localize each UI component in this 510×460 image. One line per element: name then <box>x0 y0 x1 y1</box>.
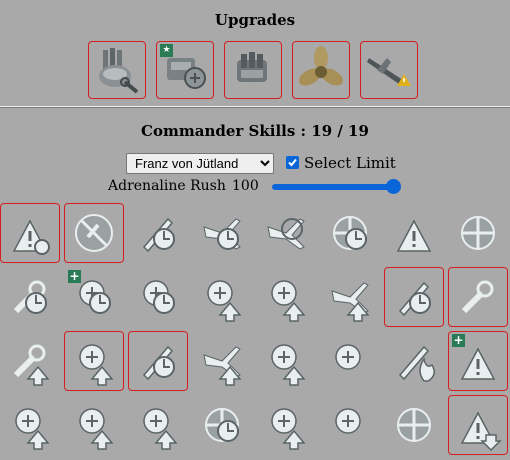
radar-timer-icon <box>205 408 239 442</box>
wrench-timer-icon <box>13 280 47 314</box>
skill-26[interactable] <box>64 395 124 455</box>
plus-badge: + <box>68 269 81 283</box>
upgrade-slot-5[interactable] <box>360 41 418 99</box>
gears-wrench-icon <box>461 280 494 314</box>
skill-30[interactable] <box>320 395 380 455</box>
checkmark-icon <box>288 158 297 167</box>
skill-3[interactable] <box>128 203 188 263</box>
skill-25[interactable] <box>0 395 60 455</box>
wrench-up-icon <box>13 344 50 386</box>
commander-skills-title: Commander Skills : 19 / 19 <box>141 122 369 140</box>
adrenaline-row: Adrenaline Rush 100 <box>108 178 408 198</box>
crosshair-up-icon <box>271 408 306 450</box>
skill-5[interactable] <box>256 203 316 263</box>
plus-shells-up-icon <box>271 344 306 386</box>
torpedo-warning-icon <box>396 219 432 252</box>
skill-32[interactable] <box>448 395 508 455</box>
section-divider <box>0 106 510 108</box>
aircraft-grid-up-icon <box>203 346 242 386</box>
gun-timer-icon <box>143 280 175 314</box>
torpedo-timer-icon <box>142 217 175 253</box>
aa-gun-timer-icon <box>333 216 367 250</box>
slider-thumb[interactable] <box>385 179 401 194</box>
skill-7[interactable] <box>384 203 444 263</box>
commander-select[interactable]: Franz von Jütland <box>126 153 274 174</box>
skill-14[interactable] <box>320 267 380 327</box>
skill-22[interactable] <box>320 331 380 391</box>
skill-8[interactable] <box>448 203 508 263</box>
skill-29[interactable] <box>256 395 316 455</box>
upgrade-slot-2[interactable]: ★ <box>156 41 214 99</box>
skill-21[interactable] <box>256 331 316 391</box>
skill-2[interactable] <box>64 203 124 263</box>
adrenaline-slider[interactable] <box>272 179 401 194</box>
aircraft-target-icon <box>267 218 305 250</box>
star-badge: ★ <box>160 44 173 57</box>
torpedo-pair-timer-icon <box>398 281 431 317</box>
skill-4[interactable] <box>192 203 252 263</box>
crosshair-target-icon <box>335 408 361 434</box>
skill-1[interactable] <box>0 203 60 263</box>
skills-grid: + + <box>0 203 510 460</box>
skill-28[interactable] <box>192 395 252 455</box>
extinguisher-up-icon <box>79 408 114 450</box>
skill-15[interactable] <box>384 267 444 327</box>
upgrade-slot-1[interactable] <box>88 41 146 99</box>
upgrade-slot-3[interactable] <box>224 41 282 99</box>
skill-11[interactable] <box>128 267 188 327</box>
skill-31[interactable] <box>384 395 444 455</box>
compass-icon <box>397 408 431 442</box>
adrenaline-value: 100 <box>232 178 259 194</box>
skill-17[interactable] <box>0 331 60 391</box>
crossed-guns-up-icon <box>143 408 178 450</box>
skill-24[interactable]: + <box>448 331 508 391</box>
skill-23[interactable] <box>384 331 444 391</box>
skill-10[interactable]: + <box>64 267 124 327</box>
main-battery-mod-icon <box>99 48 139 94</box>
propeller-icon <box>299 46 343 86</box>
warning-down-icon <box>460 411 502 451</box>
warning-triangle-icon <box>12 219 50 255</box>
plus-badge: + <box>452 333 465 347</box>
fan-shield-icon <box>461 216 495 250</box>
skill-18[interactable] <box>64 331 124 391</box>
arrow-up-right-icon <box>207 280 242 322</box>
select-limit-checkbox[interactable] <box>286 156 299 169</box>
upgrade-slot-4[interactable] <box>292 41 350 99</box>
skill-27[interactable] <box>128 395 188 455</box>
torpedo-fire-icon <box>398 345 435 382</box>
select-limit-label: Select Limit <box>304 154 396 172</box>
plus-ammo-icon <box>335 344 361 370</box>
skill-9[interactable] <box>0 267 60 327</box>
aircraft-warning-icon <box>367 58 411 86</box>
missile-timer-icon <box>142 345 175 381</box>
upgrades-title: Upgrades <box>214 11 296 29</box>
skill-19[interactable] <box>128 331 188 391</box>
aircraft-timer-icon <box>203 218 241 250</box>
shells-up-icon <box>15 408 50 450</box>
skill-16[interactable] <box>448 267 508 327</box>
ship-up-icon <box>79 344 114 386</box>
skill-13[interactable] <box>256 267 316 327</box>
aircraft-up-icon <box>331 282 370 322</box>
turret-upgrade-icon <box>237 52 267 82</box>
skill-20[interactable] <box>192 331 252 391</box>
skill-12[interactable] <box>192 267 252 327</box>
fire-grid-up-icon <box>271 280 306 322</box>
adrenaline-label: Adrenaline Rush <box>108 178 226 194</box>
no-target-icon <box>75 214 113 252</box>
skill-6[interactable] <box>320 203 380 263</box>
